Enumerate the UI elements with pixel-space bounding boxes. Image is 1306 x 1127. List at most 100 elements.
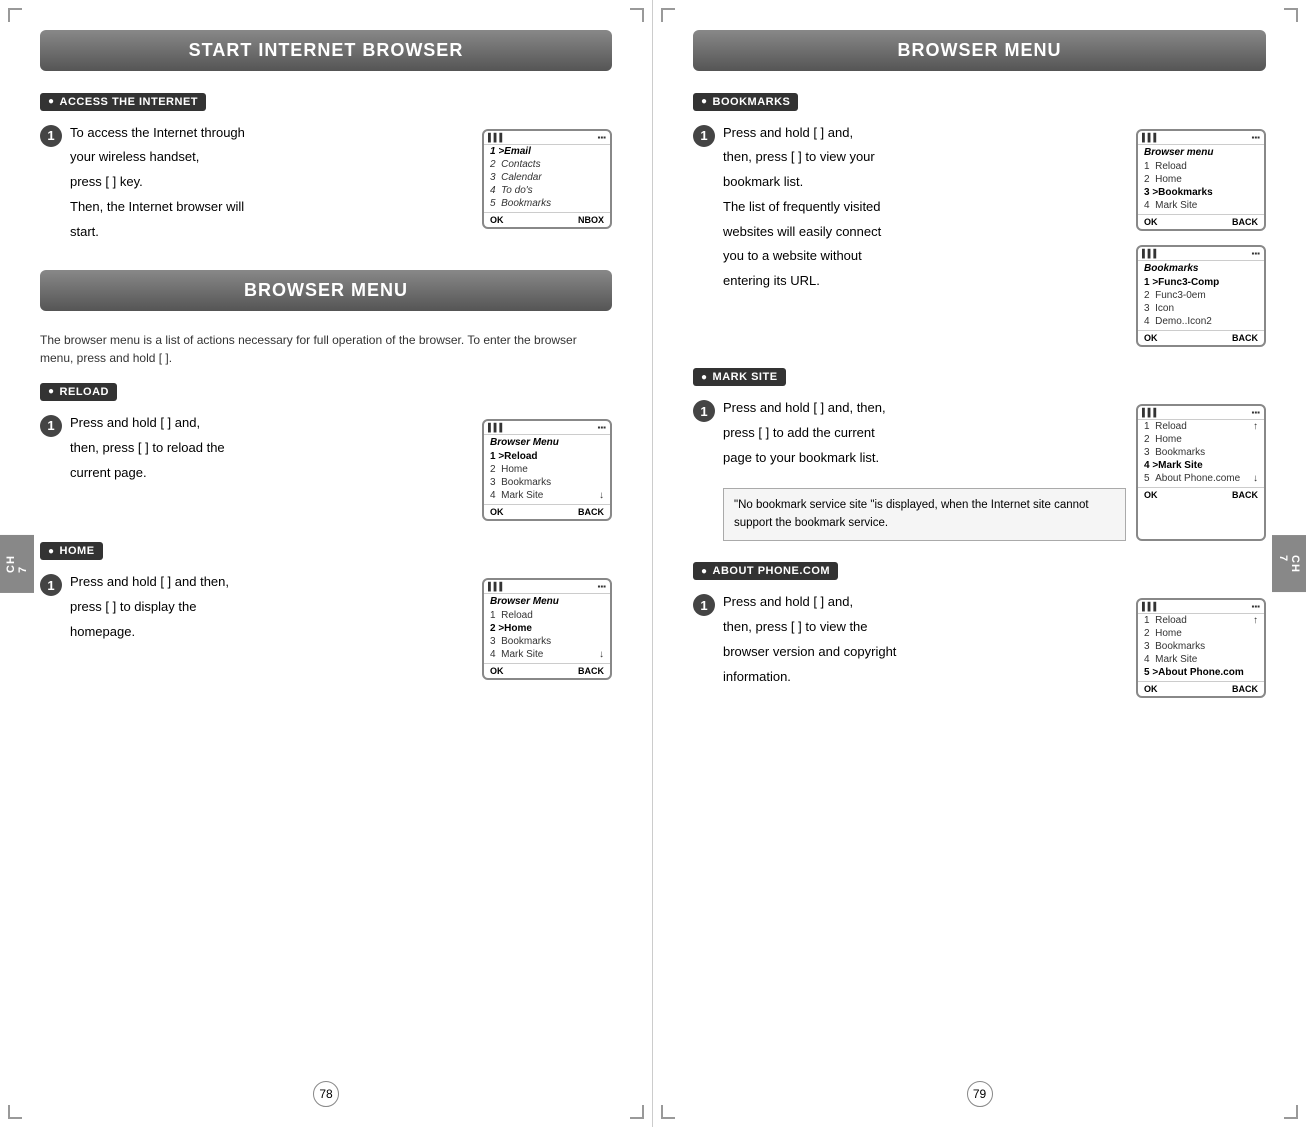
- phone-status-bk2: ▌▌▌ ▪▪▪: [1138, 247, 1264, 261]
- battery: ▪▪▪: [1251, 133, 1260, 142]
- bk-line2: then, press [ ] to view your: [723, 147, 1126, 168]
- about-text: Press and hold [ ] and, then, press [ ] …: [723, 592, 1126, 698]
- home-step: 1 Press and hold [ ] and then, press [ ]…: [40, 572, 612, 680]
- menu-reload-4: 4 Mark Site ↓: [484, 489, 610, 502]
- home-line2: press [ ] to display the: [70, 597, 470, 618]
- bookmarks-section: 1 Press and hold [ ] and, then, press [ …: [693, 123, 1266, 347]
- menu-home-4: 4 Mark Site ↓: [484, 648, 610, 661]
- phone-footer-bk1: OK BACK: [1138, 214, 1264, 229]
- page-number-right: 79: [967, 1081, 993, 1107]
- signal: ▌▌▌: [488, 133, 505, 142]
- bk-line3: bookmark list.: [723, 172, 1126, 193]
- bk-line5: websites will easily connect: [723, 222, 1126, 243]
- signal: ▌▌▌: [488, 582, 505, 591]
- page-number-left: 78: [313, 1081, 339, 1107]
- ap-line3: browser version and copyright: [723, 642, 1126, 663]
- phone-footer-reload: OK BACK: [484, 504, 610, 519]
- bk2-item4: 4 Demo..Icon2: [1138, 315, 1264, 328]
- phone-mockup-mark: ▌▌▌ ▪▪▪ 1 Reload ↑ 2 Home 3 Bookmarks 4 …: [1136, 404, 1266, 541]
- bk2-item2: 2 Func3-0em: [1138, 289, 1264, 302]
- browser-menu-header-left: BROWSER MENU: [40, 270, 612, 311]
- reload-content: Press and hold [ ] and, then, press [ ] …: [70, 413, 470, 487]
- browser-menu-desc: The browser menu is a list of actions ne…: [40, 331, 612, 367]
- ms-line2: press [ ] to add the current: [723, 423, 1126, 444]
- menu-home-1: 1 Reload: [484, 609, 610, 622]
- ap-line1: Press and hold [ ] and,: [723, 592, 1126, 613]
- about-item3: 3 Bookmarks: [1138, 640, 1264, 653]
- about-item5: 5 >About Phone.com: [1138, 666, 1264, 679]
- phone-mockup-bk2: ▌▌▌ ▪▪▪ Bookmarks 1 >Func3-Comp 2 Func3-…: [1136, 245, 1266, 347]
- signal: ▌▌▌: [1142, 408, 1159, 417]
- home-step-num: 1: [40, 574, 62, 596]
- menu-reload-2: 2 Home: [484, 463, 610, 476]
- corner-bl-r: [661, 1105, 675, 1119]
- menu-reload-1: 1 >Reload: [484, 450, 610, 463]
- signal: ▌▌▌: [1142, 602, 1159, 611]
- phone-mockup-reload: ▌▌▌ ▪▪▪ Browser Menu 1 >Reload 2 Home 3 …: [482, 419, 612, 521]
- mark-site-row: 1 Press and hold [ ] and, then, press [ …: [693, 398, 1126, 472]
- phone-mockup-about: ▌▌▌ ▪▪▪ 1 Reload ↑ 2 Home 3 Bookmarks 4 …: [1136, 598, 1266, 698]
- menu-item-3: 3 Calendar: [484, 171, 610, 184]
- phone-mockup-home: ▌▌▌ ▪▪▪ Browser Menu 1 Reload 2 >Home 3 …: [482, 578, 612, 680]
- mark-site-section: 1 Press and hold [ ] and, then, press [ …: [693, 398, 1266, 541]
- menu-item-4: 4 To do's: [484, 184, 610, 197]
- bk-line7: entering its URL.: [723, 271, 1126, 292]
- mark-site-note: "No bookmark service site "is displayed,…: [723, 488, 1126, 541]
- bookmarks-step-num: 1: [693, 125, 715, 147]
- home-content: Press and hold [ ] and then, press [ ] t…: [70, 572, 470, 646]
- home-line1: Press and hold [ ] and then,: [70, 572, 470, 593]
- reload-line3: current page.: [70, 463, 470, 484]
- footer-back: BACK: [578, 666, 604, 676]
- chapter-label-right: CH7: [1272, 535, 1306, 593]
- footer-ok: OK: [490, 507, 504, 517]
- home-line3: homepage.: [70, 622, 470, 643]
- access-step-content: To access the Internet through your wire…: [70, 123, 470, 247]
- phone-footer-mark: OK BACK: [1138, 487, 1264, 502]
- battery: ▪▪▪: [597, 423, 606, 432]
- chapter-label-left: CH7: [0, 535, 34, 593]
- reload-step-num: 1: [40, 415, 62, 437]
- phone-status-mark: ▌▌▌ ▪▪▪: [1138, 406, 1264, 420]
- mark-item1: 1 Reload ↑: [1138, 420, 1264, 433]
- bk-line4: The list of frequently visited: [723, 197, 1126, 218]
- access-line3: press [ ] key.: [70, 172, 470, 193]
- phone-title-bk1: Browser menu: [1138, 145, 1264, 160]
- about-item1: 1 Reload ↑: [1138, 614, 1264, 627]
- signal: ▌▌▌: [1142, 249, 1159, 258]
- ms-line3: page to your bookmark list.: [723, 448, 1126, 469]
- corner-tr-r: [1284, 8, 1298, 22]
- phone-status-home: ▌▌▌ ▪▪▪: [484, 580, 610, 594]
- home-label: HOME: [40, 542, 103, 560]
- about-phone-label: ABOUT PHONE.COM: [693, 562, 838, 580]
- reload-line1: Press and hold [ ] and,: [70, 413, 470, 434]
- mark-text: Press and hold [ ] and, then, press [ ] …: [723, 398, 1126, 472]
- access-step: 1 To access the Internet through your wi…: [40, 123, 612, 247]
- phone-title-bk2: Bookmarks: [1138, 261, 1264, 276]
- signal: ▌▌▌: [1142, 133, 1159, 142]
- reload-label: RELOAD: [40, 383, 117, 401]
- mark-item2: 2 Home: [1138, 433, 1264, 446]
- mark-step-num: 1: [693, 400, 715, 422]
- mark-site-label: MARK SITE: [693, 368, 786, 386]
- battery: ▪▪▪: [597, 582, 606, 591]
- bk2-item3: 3 Icon: [1138, 302, 1264, 315]
- access-line1: To access the Internet through: [70, 123, 470, 144]
- menu-item-5: 5 Bookmarks: [484, 197, 610, 210]
- phone-status-about: ▌▌▌ ▪▪▪: [1138, 600, 1264, 614]
- about-phone-section: 1 Press and hold [ ] and, then, press [ …: [693, 592, 1266, 698]
- bk1-item4: 4 Mark Site: [1138, 199, 1264, 212]
- phone-footer-bk2: OK BACK: [1138, 330, 1264, 345]
- corner-br: [630, 1105, 644, 1119]
- about-item4: 4 Mark Site: [1138, 653, 1264, 666]
- phone-footer: OK NBOX: [484, 212, 610, 227]
- phone-title-reload: Browser Menu: [484, 435, 610, 450]
- left-header: START INTERNET BROWSER: [40, 30, 612, 71]
- bk-line6: you to a website without: [723, 246, 1126, 267]
- corner-tl: [8, 8, 22, 22]
- about-item2: 2 Home: [1138, 627, 1264, 640]
- bk1-item3: 3 >Bookmarks: [1138, 186, 1264, 199]
- access-line2: your wireless handset,: [70, 147, 470, 168]
- corner-bl: [8, 1105, 22, 1119]
- about-step-num: 1: [693, 594, 715, 616]
- footer-nbox: NBOX: [578, 215, 604, 225]
